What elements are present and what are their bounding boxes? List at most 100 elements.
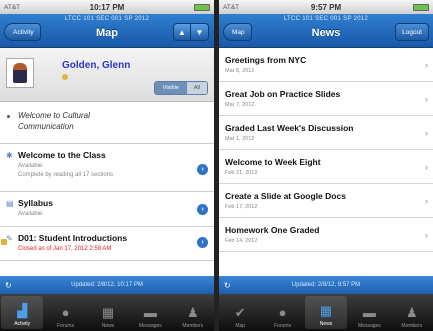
course-marquee: LTCC 101 SEC 001 SP 2012 bbox=[283, 16, 369, 22]
tab-forums[interactable]: ● Forums bbox=[261, 294, 303, 331]
battery-icon bbox=[413, 4, 429, 11]
tab-members[interactable]: ♟ Members bbox=[391, 294, 433, 331]
tab-map[interactable]: ✔ Map bbox=[219, 294, 261, 331]
chevron-right-icon: › bbox=[425, 196, 428, 206]
next-arrow-icon[interactable]: ▼ bbox=[191, 23, 209, 41]
news-title: Greetings from NYC bbox=[225, 55, 307, 65]
welcome-line-2: Communication bbox=[18, 122, 74, 131]
tab-label: Forums bbox=[274, 323, 292, 329]
tab-label: Forums bbox=[57, 323, 75, 329]
newspaper-icon: ▦ bbox=[101, 305, 115, 320]
tab-label: Members bbox=[182, 323, 204, 329]
profile-name[interactable]: Golden, Glenn bbox=[62, 60, 130, 71]
news-date: Feb 14, 2012 bbox=[225, 238, 258, 244]
tab-news[interactable]: ▦ News bbox=[87, 294, 129, 331]
gear-icon: ✱ bbox=[6, 151, 13, 160]
tab-label: News bbox=[101, 323, 115, 329]
news-item[interactable]: Create a Slide at Google Docs Feb 17, 20… bbox=[219, 184, 433, 218]
tab-forums[interactable]: ● Forums bbox=[44, 294, 86, 331]
tab-messages[interactable]: ▬ Messages bbox=[348, 294, 390, 331]
news-screen: AT&T 9:57 PM LTCC 101 SEC 001 SP 2012 Ma… bbox=[219, 0, 433, 331]
chevron-right-icon: › bbox=[425, 128, 428, 138]
update-strip: ↻ Updated: 2/8/12, 9:57 PM bbox=[219, 276, 433, 294]
detail-disclosure-icon[interactable]: › bbox=[197, 164, 208, 175]
avatar bbox=[6, 58, 34, 88]
inbox-icon: ▬ bbox=[143, 305, 157, 320]
document-icon: ▤ bbox=[6, 199, 14, 208]
map-item-status: Available bbox=[18, 163, 43, 169]
clock: 9:57 PM bbox=[310, 2, 342, 12]
nav-bar: LTCC 101 SEC 001 SP 2012 Activity Map ▲ … bbox=[0, 14, 214, 48]
tab-label: Map bbox=[235, 323, 246, 329]
pencil-icon: ✎ bbox=[6, 234, 13, 243]
map-item-title: D01: Student Introductions bbox=[18, 233, 128, 243]
refresh-icon[interactable]: ↻ bbox=[5, 281, 12, 290]
map-item-title: Syllabus bbox=[18, 198, 53, 208]
visibility-toggle[interactable]: Visible All bbox=[153, 81, 208, 95]
profile-header: Golden, Glenn Visible All bbox=[0, 48, 214, 102]
news-title: Create a Slide at Google Docs bbox=[225, 191, 346, 201]
tab-members[interactable]: ♟ Members bbox=[172, 294, 214, 331]
news-item[interactable]: Greetings from NYC Mar 8, 2012 › bbox=[219, 48, 433, 82]
news-item[interactable]: Great Job on Practice Slides Mar 7, 2012… bbox=[219, 82, 433, 116]
toggle-all[interactable]: All bbox=[186, 82, 207, 94]
news-list: Greetings from NYC Mar 8, 2012 › Great J… bbox=[219, 48, 433, 252]
presence-icon bbox=[62, 74, 68, 80]
tab-label: Messages bbox=[358, 323, 381, 329]
map-item-introductions[interactable]: ✎ D01: Student Introductions Closed as o… bbox=[0, 227, 214, 261]
tab-news[interactable]: ▦ News bbox=[304, 296, 348, 329]
news-item[interactable]: Graded Last Week's Discussion Mar 1, 201… bbox=[219, 116, 433, 150]
status-bar: AT&T 10:17 PM bbox=[0, 0, 214, 14]
logout-button[interactable]: Logout bbox=[395, 23, 429, 41]
detail-disclosure-icon[interactable]: › bbox=[197, 237, 208, 248]
tab-label: News bbox=[319, 321, 333, 327]
status-bar: AT&T 9:57 PM bbox=[219, 0, 433, 14]
news-title: Graded Last Week's Discussion bbox=[225, 123, 354, 133]
welcome-line-1: Welcome to Cultural bbox=[18, 111, 90, 120]
chevron-right-icon: › bbox=[425, 230, 428, 240]
tab-bar: ▟ Activity ● Forums ▦ News ▬ Messages ♟ … bbox=[0, 294, 214, 331]
news-date: Mar 1, 2012 bbox=[225, 136, 255, 142]
checkmark-icon: ✔ bbox=[234, 305, 246, 320]
course-marquee: LTCC 101 SEC 001 SP 2012 bbox=[64, 16, 150, 22]
newspaper-icon: ▦ bbox=[319, 303, 333, 318]
news-date: Mar 8, 2012 bbox=[225, 68, 255, 74]
map-item-syllabus[interactable]: ▤ Syllabus Available › bbox=[0, 192, 214, 227]
refresh-icon[interactable]: ↻ bbox=[224, 281, 231, 290]
detail-disclosure-icon[interactable]: › bbox=[197, 204, 208, 215]
news-title: Homework One Graded bbox=[225, 225, 320, 235]
tab-bar: ✔ Map ● Forums ▦ News ▬ Messages ♟ Membe… bbox=[219, 294, 433, 331]
tab-label: Members bbox=[401, 323, 423, 329]
updated-label: Updated: 2/8/12, 10:17 PM bbox=[71, 282, 143, 288]
news-item[interactable]: Homework One Graded Feb 14, 2012 › bbox=[219, 218, 433, 252]
news-date: Mar 7, 2012 bbox=[225, 102, 255, 108]
tab-label: Activity bbox=[14, 321, 31, 327]
clock: 10:17 PM bbox=[89, 2, 125, 12]
nav-arrows: ▲ ▼ bbox=[173, 23, 209, 41]
chevron-right-icon: › bbox=[425, 162, 428, 172]
news-date: Feb 21, 2012 bbox=[225, 170, 258, 176]
update-strip: ↻ Updated: 2/8/12, 10:17 PM bbox=[0, 276, 214, 294]
tab-activity[interactable]: ▟ Activity bbox=[1, 296, 44, 329]
welcome-note: Welcome to Cultural Communication bbox=[0, 102, 214, 144]
map-screen: AT&T 10:17 PM LTCC 101 SEC 001 SP 2012 A… bbox=[0, 0, 214, 331]
chevron-right-icon: › bbox=[425, 94, 428, 104]
tab-label: Messages bbox=[139, 323, 162, 329]
map-item-requirement: Complete by reading all 17 sections bbox=[18, 172, 114, 178]
bullet-icon bbox=[7, 115, 10, 118]
news-title: Great Job on Practice Slides bbox=[225, 89, 341, 99]
nav-bar: LTCC 101 SEC 001 SP 2012 Map News Logout bbox=[219, 14, 433, 48]
previous-arrow-icon[interactable]: ▲ bbox=[173, 23, 191, 41]
toggle-visible[interactable]: Visible bbox=[154, 82, 187, 94]
news-item[interactable]: Welcome to Week Eight Feb 21, 2012 › bbox=[219, 150, 433, 184]
map-item-welcome[interactable]: ✱ Welcome to the Class Available Complet… bbox=[0, 144, 214, 192]
speech-bubble-icon: ● bbox=[61, 305, 70, 320]
chevron-right-icon: › bbox=[425, 60, 428, 70]
tab-messages[interactable]: ▬ Messages bbox=[129, 294, 171, 331]
chart-icon: ▟ bbox=[17, 303, 28, 318]
updated-label: Updated: 2/8/12, 9:57 PM bbox=[291, 282, 361, 288]
news-date: Feb 17, 2012 bbox=[225, 204, 258, 210]
inbox-icon: ▬ bbox=[362, 305, 376, 320]
map-item-title: Welcome to the Class bbox=[18, 150, 106, 160]
speech-bubble-icon: ● bbox=[278, 305, 287, 320]
